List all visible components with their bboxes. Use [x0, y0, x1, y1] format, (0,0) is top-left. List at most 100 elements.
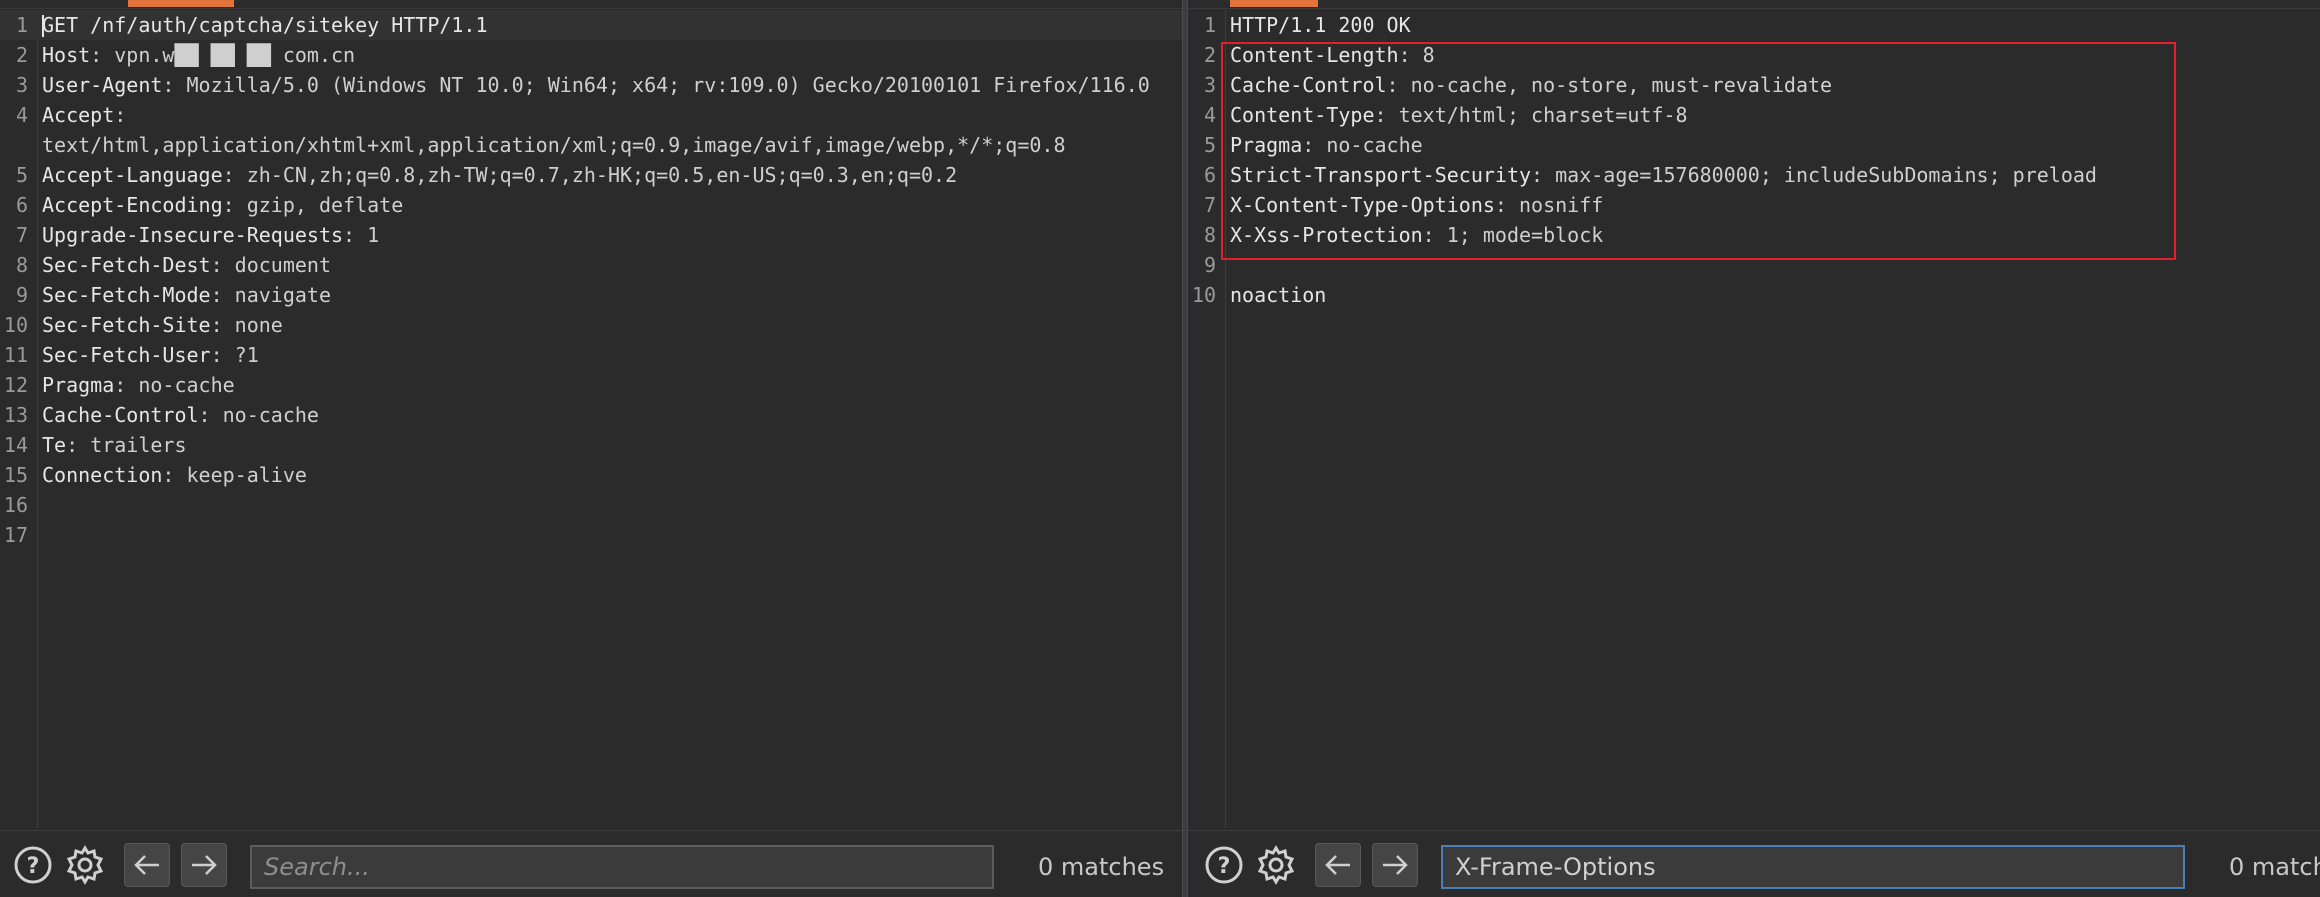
line-number: 1	[1203, 13, 1216, 37]
svg-text:?: ?	[1218, 854, 1231, 879]
line-number: 10	[3, 313, 28, 337]
header-name: Accept	[42, 103, 115, 127]
request-active-tab-indicator[interactable]	[128, 0, 234, 7]
editor-line[interactable]: 7 Upgrade-Insecure-Requests: 1	[0, 220, 1182, 250]
line-number: 4	[1203, 103, 1216, 127]
line-content: HTTP/1.1 200 OK	[1230, 10, 1411, 40]
line-content: Sec-Fetch-Mode: navigate	[42, 283, 331, 307]
back-arrow-icon[interactable]	[124, 843, 170, 887]
line-number: 9	[15, 283, 28, 307]
line-content: Sec-Fetch-Site: none	[42, 313, 283, 337]
response-active-tab-indicator[interactable]	[1230, 0, 1318, 7]
header-name: Sec-Fetch-User	[42, 343, 211, 367]
editor-line[interactable]: 2 Host: vpn.w██ ██ ██ com.cn	[0, 40, 1182, 70]
line-number: 7	[1203, 193, 1216, 217]
header-value: zh-CN,zh;q=0.8,zh-TW;q=0.7,zh-HK;q=0.5,e…	[246, 163, 958, 187]
header-value: none	[234, 313, 283, 337]
request-editor[interactable]: 1 GET /nf/auth/captcha/sitekey HTTP/1.1 2 H…	[0, 10, 1182, 828]
editor-line[interactable]: 10 Sec-Fetch-Site: none	[0, 310, 1182, 340]
header-name: Accept-Language	[42, 163, 223, 187]
editor-line[interactable]: 6 Accept-Encoding: gzip, deflate	[0, 190, 1182, 220]
editor-line[interactable]: 8 Sec-Fetch-Dest: document	[0, 250, 1182, 280]
editor-line[interactable]: 13 Cache-Control: no-cache	[0, 400, 1182, 430]
line-number: 3	[1203, 73, 1216, 97]
header-value: ?1	[234, 343, 259, 367]
request-match-count: 0 matches	[1038, 853, 1165, 881]
editor-line[interactable]: 1 GET /nf/auth/captcha/sitekey HTTP/1.1	[0, 10, 1182, 40]
line-number: 5	[15, 163, 28, 187]
header-value: gzip, deflate	[246, 193, 404, 217]
editor-line[interactable]: 11 Sec-Fetch-User: ?1	[0, 340, 1182, 370]
header-name: Accept-Encoding	[42, 193, 223, 217]
line-number: 4	[15, 103, 28, 127]
line-number: 8	[15, 253, 28, 277]
header-value: trailers	[90, 433, 187, 457]
line-number: 15	[3, 463, 28, 487]
line-number: 17	[3, 523, 28, 547]
line-content: Cache-Control: no-cache	[42, 403, 319, 427]
line-number: 3	[15, 73, 28, 97]
header-value: keep-alive	[186, 463, 307, 487]
editor-line[interactable]: 16	[0, 490, 1182, 520]
header-value: no-cache	[222, 403, 319, 427]
response-search-input[interactable]	[1441, 845, 2185, 889]
editor-line[interactable]: 1 HTTP/1.1 200 OK	[1188, 10, 2320, 40]
header-name: Host	[42, 43, 91, 67]
editor-line[interactable]: 12 Pragma: no-cache	[0, 370, 1182, 400]
header-value: text/html,application/xhtml+xml,applicat…	[42, 133, 1066, 157]
header-value: Mozilla/5.0 (Windows NT 10.0; Win64; x64…	[186, 73, 1150, 97]
response-tab-bar	[1188, 0, 2320, 9]
highlight-annotation-box	[1221, 42, 2176, 260]
forward-arrow-icon[interactable]	[181, 843, 227, 887]
line-content: GET /nf/auth/captcha/sitekey HTTP/1.1	[42, 10, 488, 40]
header-name: Sec-Fetch-Mode	[42, 283, 211, 307]
editor-line[interactable]: 14 Te: trailers	[0, 430, 1182, 460]
line-content: Upgrade-Insecure-Requests: 1	[42, 223, 380, 247]
line-content: Accept-Language: zh-CN,zh;q=0.8,zh-TW;q=…	[42, 163, 958, 187]
editor-line[interactable]: 15 Connection: keep-alive	[0, 460, 1182, 490]
text-cursor	[42, 14, 44, 37]
editor-line[interactable]: 10 noaction	[1188, 280, 2320, 310]
header-name: Pragma	[42, 373, 115, 397]
editor-line[interactable]: 3 User-Agent: Mozilla/5.0 (Windows NT 10.…	[0, 70, 1182, 100]
header-name: GET /nf/auth/captcha/sitekey HTTP/1.1	[42, 13, 488, 37]
settings-gear-icon[interactable]	[1255, 844, 1297, 886]
line-content: Te: trailers	[42, 433, 187, 457]
header-name: noaction	[1230, 283, 1327, 307]
line-number: 13	[3, 403, 28, 427]
line-content: text/html,application/xhtml+xml,applicat…	[42, 130, 1066, 160]
help-icon[interactable]: ?	[1203, 844, 1245, 886]
header-name: HTTP/1.1 200 OK	[1230, 13, 1411, 37]
header-name: Sec-Fetch-Dest	[42, 253, 211, 277]
header-name: Cache-Control	[42, 403, 199, 427]
request-search-input[interactable]	[250, 845, 994, 889]
editor-line[interactable]: 17	[0, 520, 1182, 550]
line-number: 14	[3, 433, 28, 457]
line-content: User-Agent: Mozilla/5.0 (Windows NT 10.0…	[42, 73, 1150, 97]
header-value: vpn.w██ ██ ██ com.cn	[114, 43, 356, 67]
settings-gear-icon[interactable]	[64, 844, 106, 886]
line-number: 2	[1203, 43, 1216, 67]
line-content: Accept-Encoding: gzip, deflate	[42, 193, 404, 217]
line-number: 8	[1203, 223, 1216, 247]
line-number: 16	[3, 493, 28, 517]
header-value: 1	[367, 223, 380, 247]
line-number: 1	[15, 13, 28, 37]
header-name: Te	[42, 433, 67, 457]
header-value: document	[234, 253, 331, 277]
editor-line[interactable]: text/html,application/xhtml+xml,applicat…	[0, 130, 1182, 160]
header-name: Sec-Fetch-Site	[42, 313, 211, 337]
line-number: 2	[15, 43, 28, 67]
help-icon[interactable]: ?	[12, 844, 54, 886]
editor-line[interactable]: 5 Accept-Language: zh-CN,zh;q=0.8,zh-TW;q…	[0, 160, 1182, 190]
request-search-bar: ? 0 matches	[0, 830, 1182, 897]
editor-line[interactable]: 9 Sec-Fetch-Mode: navigate	[0, 280, 1182, 310]
forward-arrow-icon[interactable]	[1372, 843, 1418, 887]
line-number: 10	[1191, 283, 1216, 307]
editor-line[interactable]: 4 Accept:	[0, 100, 1182, 130]
line-number: 12	[3, 373, 28, 397]
svg-text:?: ?	[27, 854, 40, 879]
request-tab-bar	[0, 0, 1182, 9]
request-pane: 1 GET /nf/auth/captcha/sitekey HTTP/1.1 2 H…	[0, 0, 1182, 897]
back-arrow-icon[interactable]	[1315, 843, 1361, 887]
